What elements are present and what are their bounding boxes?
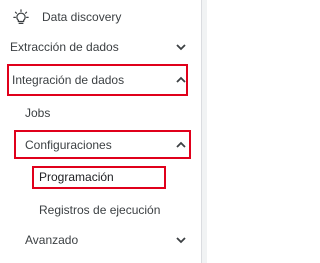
chevron-down-icon: [175, 234, 187, 246]
nav-section-avanzado[interactable]: Avanzado: [0, 226, 198, 254]
chevron-down-icon: [175, 41, 187, 53]
chevron-up-icon: [175, 139, 187, 151]
nav-section-label: Integración de dados: [12, 73, 125, 87]
nav-item-label: Configuraciones: [25, 138, 112, 152]
nav-item-programacion[interactable]: Programación: [0, 163, 198, 191]
nav-section-extraccion[interactable]: Extracción de dados: [0, 33, 198, 61]
scrollbar-track[interactable]: [202, 0, 207, 263]
nav-section-label: Extracción de dados: [10, 40, 119, 54]
nav-item-label: Programación: [39, 170, 114, 184]
sidebar-nav: Data discovery Extracción de dados Integ…: [0, 0, 198, 263]
lightbulb-icon: [12, 8, 30, 26]
chevron-up-icon: [175, 74, 187, 86]
nav-section-label: Avanzado: [25, 233, 79, 247]
nav-item-registros[interactable]: Registros de ejecución: [0, 196, 198, 224]
nav-item-data-discovery[interactable]: Data discovery: [0, 3, 198, 31]
nav-item-configuraciones[interactable]: Configuraciones: [0, 131, 198, 159]
nav-item-label: Jobs: [25, 106, 51, 120]
nav-item-label: Data discovery: [42, 10, 122, 24]
nav-item-jobs[interactable]: Jobs: [0, 99, 198, 127]
nav-section-integracion[interactable]: Integración de dados: [0, 66, 198, 94]
nav-item-label: Registros de ejecución: [39, 203, 161, 217]
